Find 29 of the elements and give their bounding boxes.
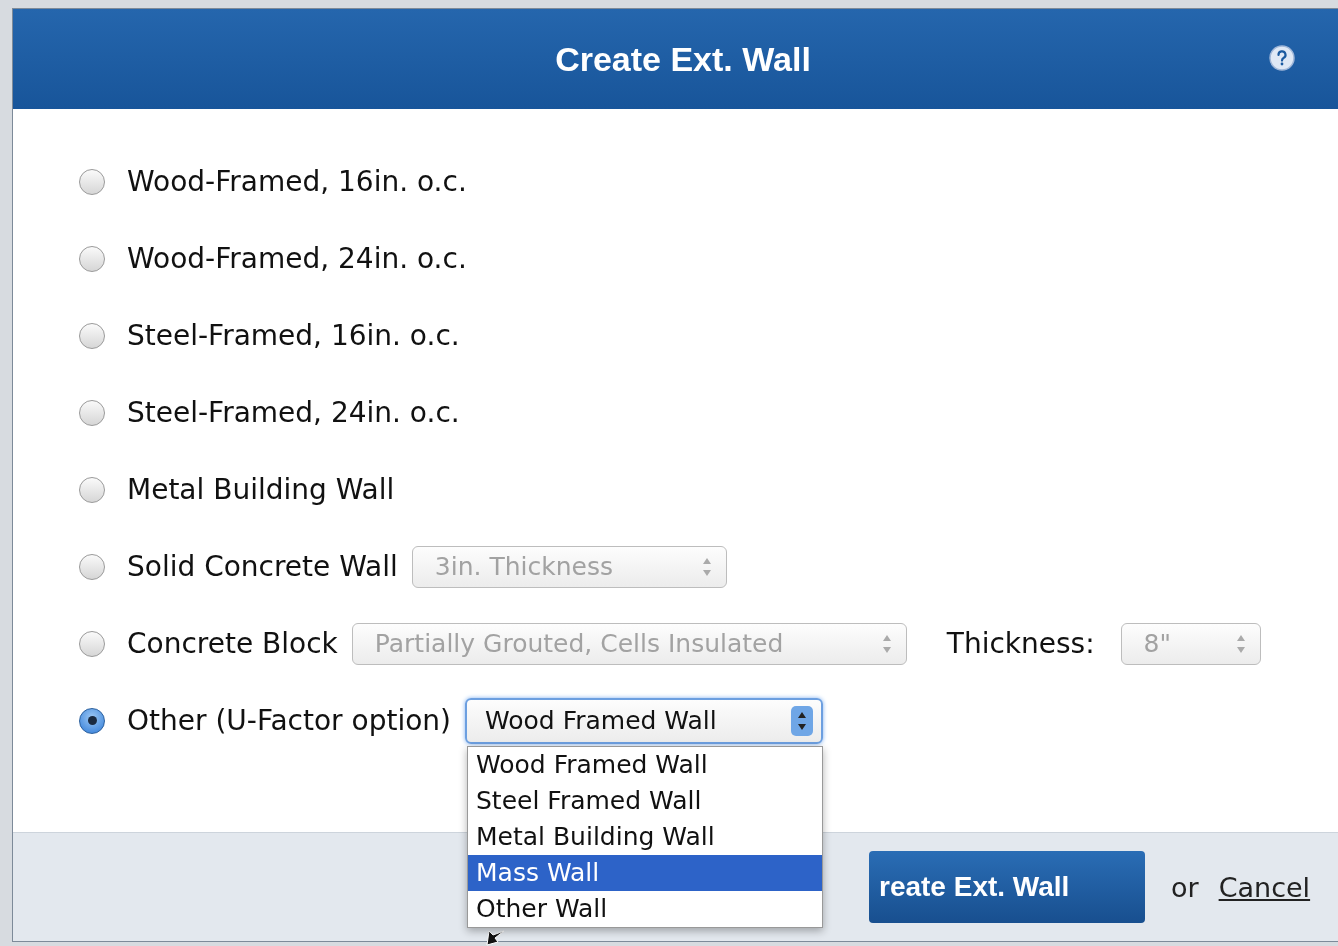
radio-button[interactable] <box>79 322 105 349</box>
option-label: Wood-Framed, 24in. o.c. <box>127 242 467 275</box>
updown-arrows-icon <box>791 705 813 736</box>
option-label: Metal Building Wall <box>127 473 395 506</box>
create-button[interactable]: reate Ext. Wall <box>869 851 1145 923</box>
menu-item[interactable]: Steel Framed Wall <box>468 782 822 819</box>
menu-item[interactable]: Wood Framed Wall <box>468 746 822 783</box>
menu-item[interactable]: Mass Wall <box>468 854 822 891</box>
option-label: Wood-Framed, 16in. o.c. <box>127 165 467 198</box>
option-label: Steel-Framed, 24in. o.c. <box>127 396 460 429</box>
or-text: or <box>1171 871 1199 903</box>
cancel-link[interactable]: Cancel <box>1218 871 1311 903</box>
radio-button[interactable] <box>79 399 105 426</box>
dropdown-select[interactable]: Wood Framed Wall <box>465 697 823 744</box>
field-label: Thickness: <box>946 627 1095 660</box>
menu-item[interactable]: Other Wall <box>468 890 822 927</box>
radio-button[interactable] <box>79 630 105 657</box>
radio-button[interactable] <box>79 168 105 195</box>
radio-button[interactable] <box>79 476 105 503</box>
menu-item[interactable]: Metal Building Wall <box>468 818 822 855</box>
radio-button[interactable] <box>79 707 105 734</box>
help-icon[interactable] <box>1269 45 1295 71</box>
option-label: Other (U-Factor option) <box>127 704 451 737</box>
dialog-title: Create Ext. Wall <box>555 39 811 79</box>
radio-button[interactable] <box>79 245 105 272</box>
radio-button[interactable] <box>79 553 105 580</box>
option-label: Solid Concrete Wall <box>127 550 398 583</box>
option-label: Steel-Framed, 16in. o.c. <box>127 319 460 352</box>
option-label: Concrete Block <box>127 627 338 660</box>
